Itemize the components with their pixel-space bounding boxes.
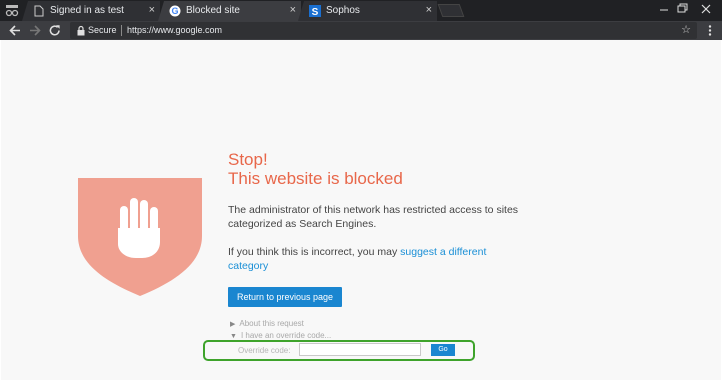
svg-text:S: S xyxy=(312,7,319,17)
suggest-category-link[interactable]: suggest a different xyxy=(400,246,486,258)
override-code-input[interactable] xyxy=(299,343,421,356)
page-icon xyxy=(34,5,44,17)
tab-label: Sophos xyxy=(326,5,360,16)
google-icon: G xyxy=(169,5,181,17)
secure-label[interactable]: Secure xyxy=(88,25,117,35)
restriction-message: The administrator of this network has re… xyxy=(228,203,518,231)
close-icon[interactable]: × xyxy=(149,4,155,16)
restriction-line-1: The administrator of this network has re… xyxy=(228,204,519,216)
override-code-toggle[interactable]: ▼ I have an override code... xyxy=(230,331,331,340)
chevron-right-icon: ▶ xyxy=(230,321,236,328)
page-title: This website is blocked xyxy=(228,169,403,188)
new-tab-button[interactable] xyxy=(437,4,465,17)
suggest-message: If you think this is incorrect, you may … xyxy=(228,245,486,273)
restriction-line-2: categorized as Search Engines. xyxy=(228,218,377,230)
about-request-label: About this request xyxy=(239,319,304,328)
incognito-icon[interactable] xyxy=(4,3,20,17)
restore-icon[interactable] xyxy=(673,1,691,17)
address-bar[interactable]: Secure https://www.google.com ☆ xyxy=(70,22,697,39)
omnibox-divider xyxy=(121,25,122,36)
blocked-hand-shield-icon xyxy=(78,178,202,296)
sophos-icon: S xyxy=(309,5,321,17)
about-request-toggle[interactable]: ▶ About this request xyxy=(230,319,304,328)
tab-sophos[interactable]: S Sophos × xyxy=(298,1,437,21)
close-window-icon[interactable] xyxy=(697,1,715,17)
reload-icon[interactable] xyxy=(48,24,62,37)
override-code-label: Override code: xyxy=(238,346,291,355)
svg-text:G: G xyxy=(171,6,178,16)
menu-icon[interactable] xyxy=(704,24,716,37)
tab-blocked-site[interactable]: G Blocked site × xyxy=(158,1,301,21)
close-icon[interactable]: × xyxy=(290,4,296,16)
close-icon[interactable]: × xyxy=(426,4,432,16)
go-button[interactable]: Go xyxy=(431,344,455,356)
back-arrow-icon[interactable] xyxy=(8,24,22,37)
forward-arrow-icon[interactable] xyxy=(28,24,42,37)
override-toggle-label: I have an override code... xyxy=(240,331,332,340)
tab-strip: Signed in as test × G Blocked site × S S… xyxy=(0,0,722,21)
tab-label: Signed in as test xyxy=(50,5,124,16)
browser-toolbar: Secure https://www.google.com ☆ xyxy=(0,21,722,40)
url-text[interactable]: https://www.google.com xyxy=(127,25,222,35)
tab-signed-in[interactable]: Signed in as test × xyxy=(22,1,160,21)
suggest-prefix: If you think this is incorrect, you may xyxy=(228,246,398,258)
tab-label: Blocked site xyxy=(186,5,240,16)
bookmark-star-icon[interactable]: ☆ xyxy=(681,23,691,36)
lock-icon xyxy=(77,25,85,36)
return-to-previous-page-button[interactable]: Return to previous page xyxy=(228,287,342,307)
minimize-icon[interactable] xyxy=(655,1,673,17)
suggest-category-link-cont[interactable]: category xyxy=(228,260,268,272)
stop-heading: Stop! xyxy=(228,150,268,169)
chevron-down-icon: ▼ xyxy=(230,333,237,340)
